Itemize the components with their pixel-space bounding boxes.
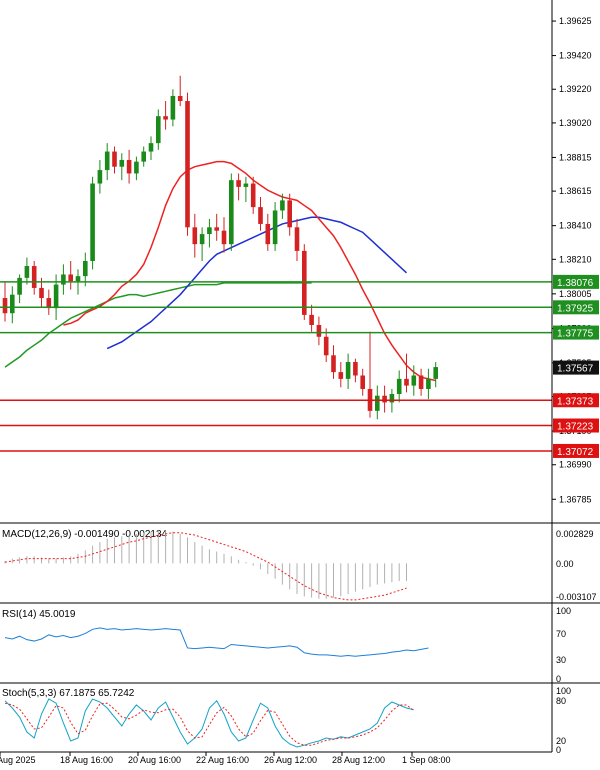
macd-tick-top: 0.002829 — [556, 529, 594, 539]
current-price-label: 1.37567 — [557, 364, 594, 375]
rsi-tick-100: 100 — [556, 606, 571, 616]
time-tick-label: 22 Aug 16:00 — [196, 755, 249, 765]
rsi-tick-0: 0 — [556, 674, 561, 684]
price-tick-label: 1.36785 — [559, 494, 592, 504]
current-price-tag: 1.37567 — [553, 360, 599, 375]
price-tick-label: 1.38615 — [559, 186, 592, 196]
time-tick-label: 20 Aug 16:00 — [128, 755, 181, 765]
price-tick-label: 1.38210 — [559, 254, 592, 264]
price-tick-label: 1.38410 — [559, 221, 592, 231]
level-tag-label: 1.37373 — [557, 396, 594, 407]
level-tag-label: 1.37072 — [557, 447, 594, 458]
price-tick-label: 1.38815 — [559, 152, 592, 162]
stoch-tick-0: 0 — [556, 745, 561, 755]
level-tag-label: 1.37925 — [557, 303, 594, 314]
macd-title: MACD(12,26,9) -0.001490 -0.002134 — [2, 529, 168, 540]
time-tick-label: 1 Aug 2025 — [0, 755, 36, 765]
time-tick-label: 1 Sep 08:00 — [402, 755, 451, 765]
price-tick-label: 1.38005 — [559, 289, 592, 299]
macd-tick-bottom: -0.003107 — [556, 592, 597, 602]
price-tick-label: 1.39625 — [559, 16, 592, 26]
rsi-tick-30: 30 — [556, 655, 566, 665]
price-tick-label: 1.36990 — [559, 460, 592, 470]
trading-chart[interactable]: 1.39625 1.39420 1.39220 1.39020 1.38815 1.386… — [0, 0, 600, 765]
level-tag-label: 1.38076 — [557, 278, 594, 289]
macd-tick-zero: 0.00 — [556, 559, 574, 569]
rsi-title: RSI(14) 45.0019 — [2, 609, 76, 620]
stoch-title: Stoch(5,3,3) 67.1875 65.7242 — [2, 688, 135, 699]
price-tick-label: 1.39020 — [559, 118, 592, 128]
candle — [229, 173, 234, 251]
stoch-tick-80: 80 — [556, 696, 566, 706]
candle — [90, 176, 95, 270]
stoch-tick-100: 100 — [556, 686, 571, 696]
price-tick-label: 1.39220 — [559, 84, 592, 94]
time-tick-label: 18 Aug 16:00 — [60, 755, 113, 765]
rsi-tick-70: 70 — [556, 629, 566, 639]
price-tick-label: 1.39420 — [559, 51, 592, 61]
candle — [185, 92, 190, 236]
time-tick-label: 28 Aug 12:00 — [332, 755, 385, 765]
level-tag-label: 1.37775 — [557, 329, 594, 340]
time-tick-label: 26 Aug 12:00 — [264, 755, 317, 765]
level-tag-label: 1.37223 — [557, 422, 594, 433]
